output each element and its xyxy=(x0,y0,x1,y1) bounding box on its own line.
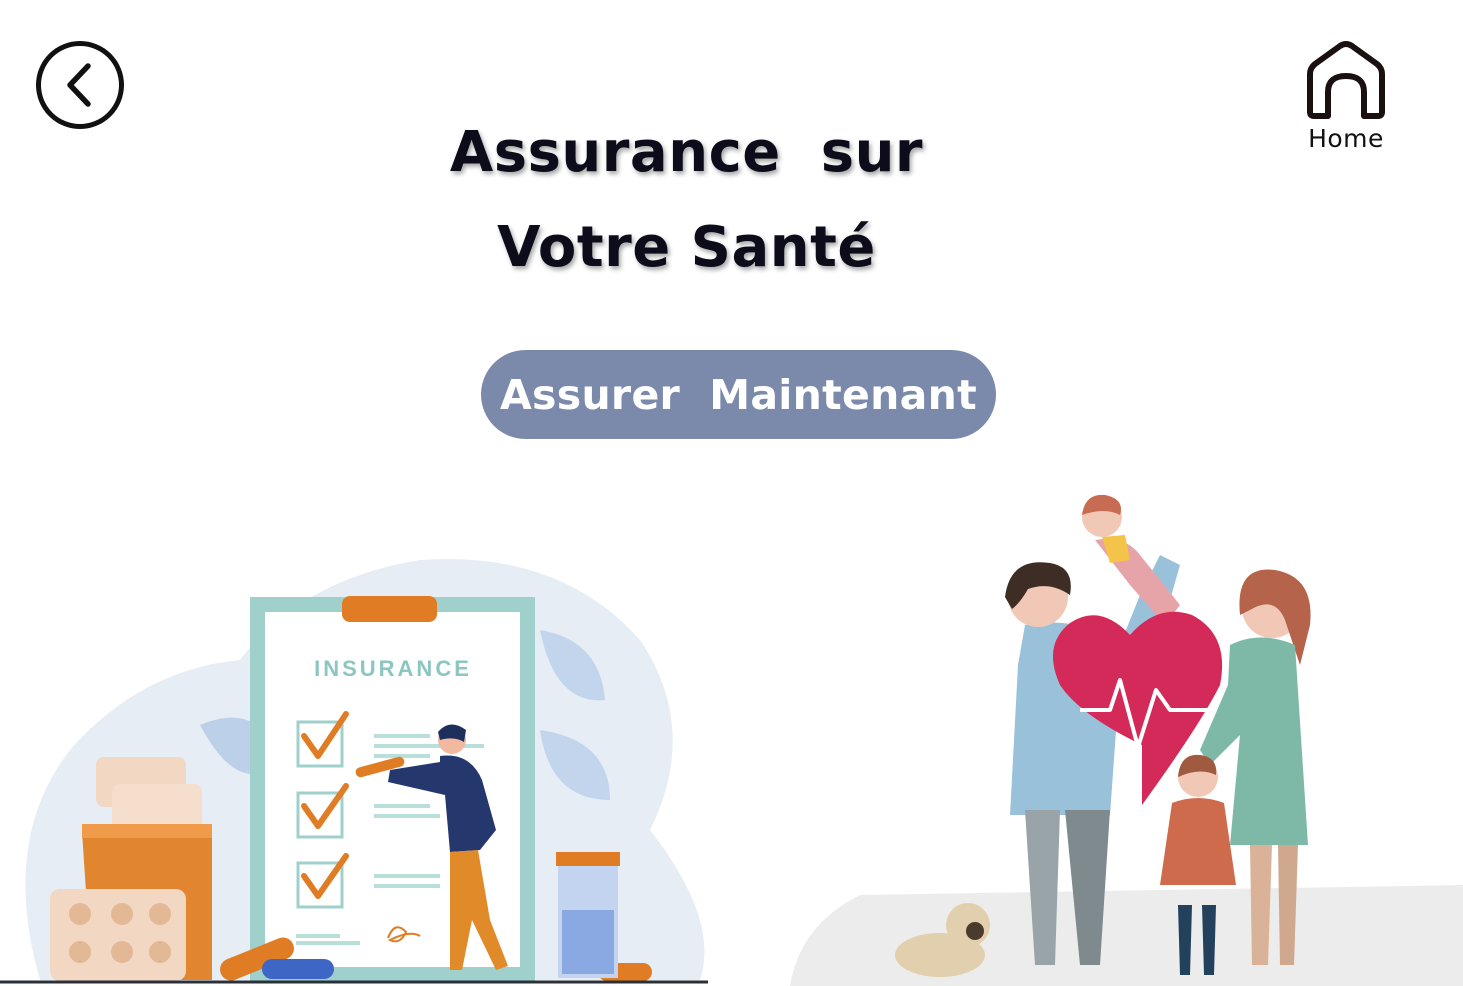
chevron-left-icon xyxy=(67,63,91,107)
page-title-line-1: Assurance sur xyxy=(449,120,924,185)
clipboard-insurance-text: INSURANCE xyxy=(314,656,472,681)
insure-now-button[interactable]: Assurer Maintenant xyxy=(481,350,996,439)
family-heart-illustration xyxy=(790,494,1463,986)
back-button[interactable] xyxy=(36,41,124,129)
home-icon xyxy=(1307,41,1385,119)
insurance-clipboard-illustration: INSURANCE xyxy=(0,559,708,984)
page-title-line-2: Votre Santé xyxy=(497,215,876,280)
